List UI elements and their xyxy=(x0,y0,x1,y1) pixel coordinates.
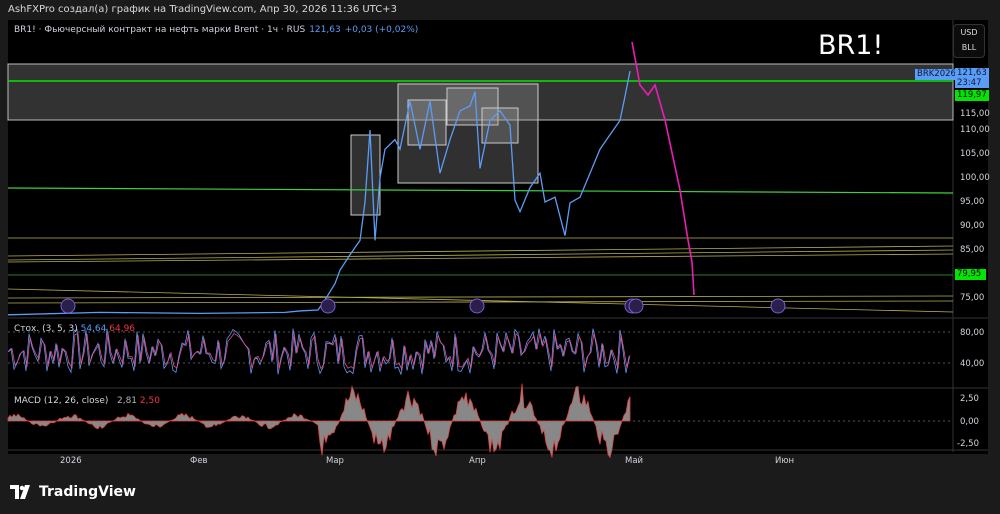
event-marker-icon xyxy=(770,298,786,314)
chart-canvas[interactable] xyxy=(0,0,1000,514)
macd-tick: 2,50 xyxy=(960,394,979,404)
trend-line xyxy=(7,295,954,299)
legend-change: +0,03 (+0,02%) xyxy=(344,25,419,35)
price-tick: 85,00 xyxy=(960,245,985,255)
time-tick: Май xyxy=(625,456,644,466)
event-marker-icon xyxy=(628,298,644,314)
stoch-tick: 40,00 xyxy=(960,359,985,369)
price-tick: 115,00 xyxy=(960,109,990,119)
macd-tick: -2,50 xyxy=(957,439,979,449)
price-tick: 110,00 xyxy=(960,125,990,135)
level-low-tag: 79,95 xyxy=(955,269,986,280)
time-tick: Июн xyxy=(775,456,795,466)
macd-histogram xyxy=(7,383,631,459)
bar-countdown: 23:47 xyxy=(957,78,982,88)
range-box xyxy=(407,99,447,146)
tradingview-logo[interactable]: TradingView xyxy=(10,484,136,500)
macd-signal: 2,50 xyxy=(139,396,160,406)
stoch-k: 54,64 xyxy=(80,324,107,334)
stoch-label: Стох. (3, 5, 3) xyxy=(14,324,78,334)
trend-line xyxy=(7,245,954,257)
brand-name: TradingView xyxy=(39,484,136,500)
stoch-k-line xyxy=(7,328,630,375)
stoch-d: 64,96 xyxy=(109,324,136,334)
tradingview-logo-icon xyxy=(10,485,30,499)
price-tick: 90,00 xyxy=(960,221,985,231)
macd-value: 2,81 xyxy=(116,396,138,406)
time-tick: Мар xyxy=(326,456,344,466)
time-tick: Апр xyxy=(469,456,486,466)
symbol-watermark: BR1! xyxy=(818,30,884,61)
last-price: 121,63 xyxy=(957,68,987,78)
price-tick: 75,00 xyxy=(960,293,985,303)
currency-unit-button[interactable]: USD BLL xyxy=(953,24,985,58)
price-tick: 95,00 xyxy=(960,197,985,207)
price-tick: 105,00 xyxy=(960,149,990,159)
legend-price: 121,63 xyxy=(309,25,341,35)
last-price-tag: 121,63 23:47 xyxy=(955,68,989,88)
time-tick: 2026 xyxy=(60,456,82,466)
event-marker-icon xyxy=(320,298,336,314)
contract-tag: BRK2026 xyxy=(915,69,958,80)
price-tick: 100,00 xyxy=(960,173,990,183)
symbol-title: BR1! · Фьючерсный контракт на нефть марк… xyxy=(14,25,306,35)
time-tick: Фев xyxy=(190,456,208,466)
macd-tick: 0,00 xyxy=(960,417,979,427)
unit-label: BLL xyxy=(961,43,977,52)
level-high-tag: 119,97 xyxy=(955,90,989,101)
stoch-legend: Стох. (3, 5, 3) 54,64 64,96 xyxy=(14,324,135,334)
event-marker-icon xyxy=(469,298,485,314)
range-box xyxy=(481,107,519,144)
symbol-legend: BR1! · Фьючерсный контракт на нефть марк… xyxy=(14,25,418,35)
macd-label: MACD (12, 26, close) xyxy=(14,396,109,406)
macd-legend: MACD (12, 26, close) 2,81 2,50 xyxy=(14,396,160,406)
event-marker-icon xyxy=(60,298,76,314)
currency-label: USD xyxy=(960,28,978,37)
support-line xyxy=(7,187,954,194)
stoch-tick: 80,00 xyxy=(960,328,985,338)
